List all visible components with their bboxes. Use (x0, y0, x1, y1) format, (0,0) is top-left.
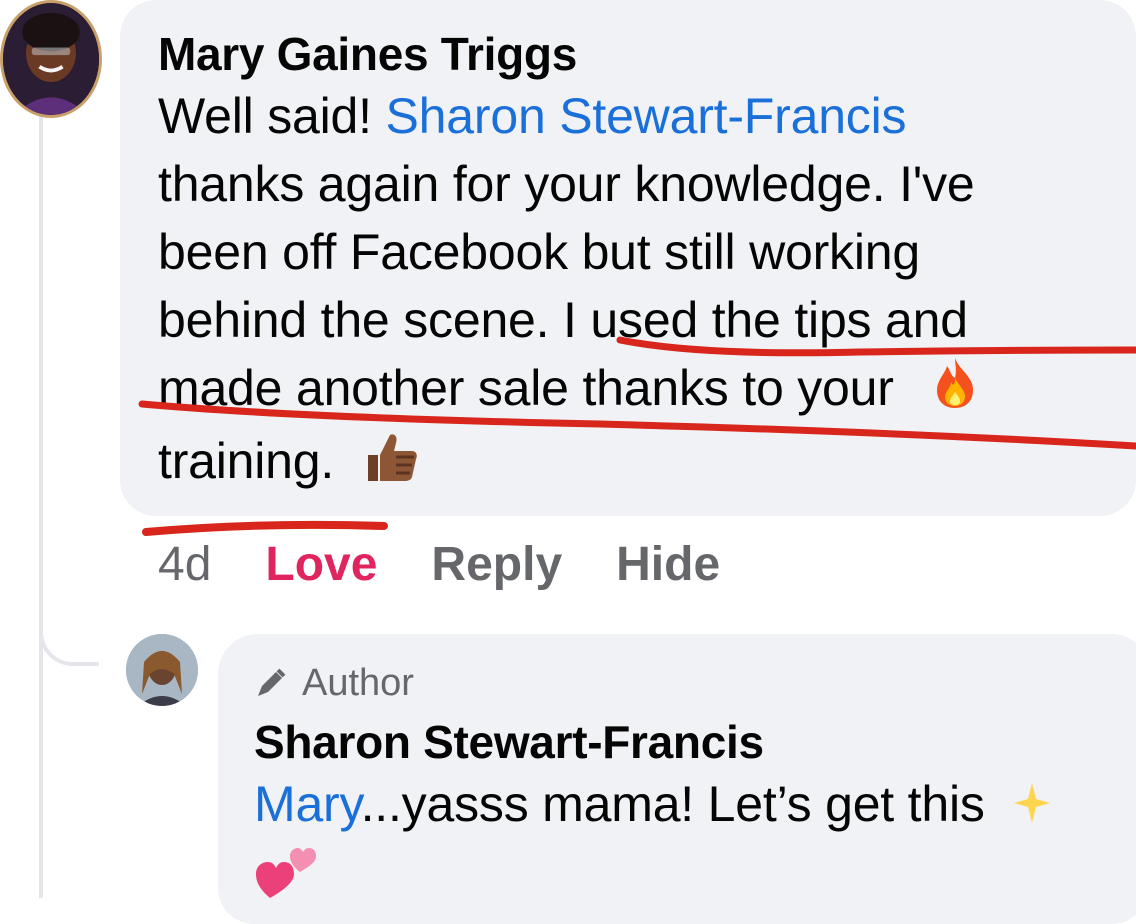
avatar-photo (126, 634, 198, 706)
pencil-icon (258, 668, 286, 696)
avatar[interactable] (0, 0, 102, 118)
comment-actions: 4d Love Reply Hide (158, 534, 720, 594)
reply-button[interactable]: Reply (431, 537, 562, 592)
comment-text: Well said! (158, 88, 386, 144)
author-badge: Author (254, 660, 1112, 706)
timestamp[interactable]: 4d (158, 537, 211, 592)
comment-line: made another sale thanks to your (158, 360, 894, 416)
comment-bubble: Mary Gaines Triggs Well said! Sharon Ste… (120, 0, 1136, 516)
thumbs-up-icon (360, 429, 420, 502)
author-badge-label: Author (302, 662, 414, 704)
thread-connector (39, 600, 99, 666)
reply-bubble: Author Sharon Stewart-Francis Mary...yas… (218, 634, 1136, 924)
comment-line: thanks again for your knowledge. I've (158, 156, 975, 212)
mention-link[interactable]: Sharon Stewart-Francis (386, 88, 907, 144)
hide-button[interactable]: Hide (616, 537, 720, 592)
fire-icon (929, 356, 981, 427)
comment-line: been off Facebook but still working (158, 224, 920, 280)
comment-line: behind the scene. I used the tips and (158, 292, 968, 348)
reply-body: Mary...yasss mama! Let’s get this (254, 770, 1112, 917)
thread-line (39, 112, 43, 898)
love-reaction-button[interactable]: Love (265, 537, 377, 592)
reply-text: ...yasss mama! Let’s get this (360, 776, 985, 832)
comment-line: training. (158, 433, 335, 490)
comment-author-name[interactable]: Mary Gaines Triggs (158, 26, 1098, 82)
two-hearts-icon (254, 842, 318, 917)
avatar[interactable] (126, 634, 198, 706)
mention-link[interactable]: Mary (254, 776, 361, 832)
reply-author-name[interactable]: Sharon Stewart-Francis (254, 714, 1112, 770)
sparkles-icon (1012, 774, 1052, 842)
avatar-photo (3, 3, 99, 115)
comment-body: Well said! Sharon Stewart-Francis thanks… (158, 82, 1098, 502)
